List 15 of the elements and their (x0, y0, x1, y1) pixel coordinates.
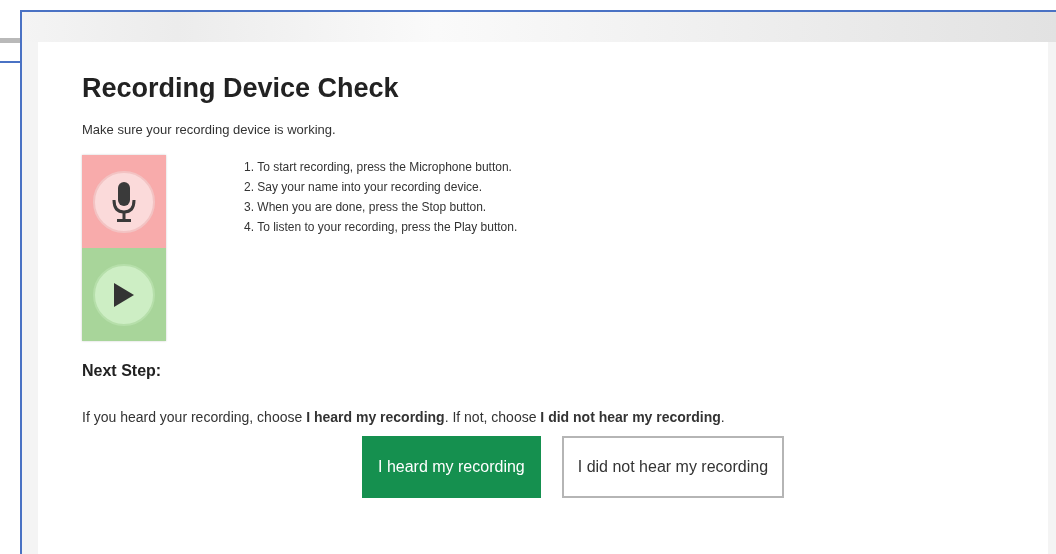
play-button[interactable] (82, 248, 166, 342)
next-step-text: If you heard your recording, choose I heard my recording. If not, choose I did not hear my recording. (82, 408, 725, 428)
page-subtitle: Make sure your recording device is working. (82, 120, 336, 139)
choice-button[interactable]: I did not hear my recording (561, 436, 785, 499)
instruction-text: 3. When you are done, press the Stop button. (244, 199, 487, 217)
choice-button[interactable]: I heard my recording (362, 436, 541, 499)
microphone-button[interactable] (82, 155, 166, 249)
background-window-edge (0, 38, 20, 43)
instruction-text: 4. To listen to your recording, press the Play button. (244, 219, 518, 237)
instruction-text: 2. Say your name into your recording device. (244, 179, 483, 197)
play-icon (113, 281, 135, 308)
page-title: Recording Device Check (82, 72, 399, 105)
instruction-text: 1. To start recording, press the Microphone button. (244, 159, 512, 177)
next-step-heading: Next Step: (82, 361, 162, 382)
microphone-icon (112, 179, 136, 224)
